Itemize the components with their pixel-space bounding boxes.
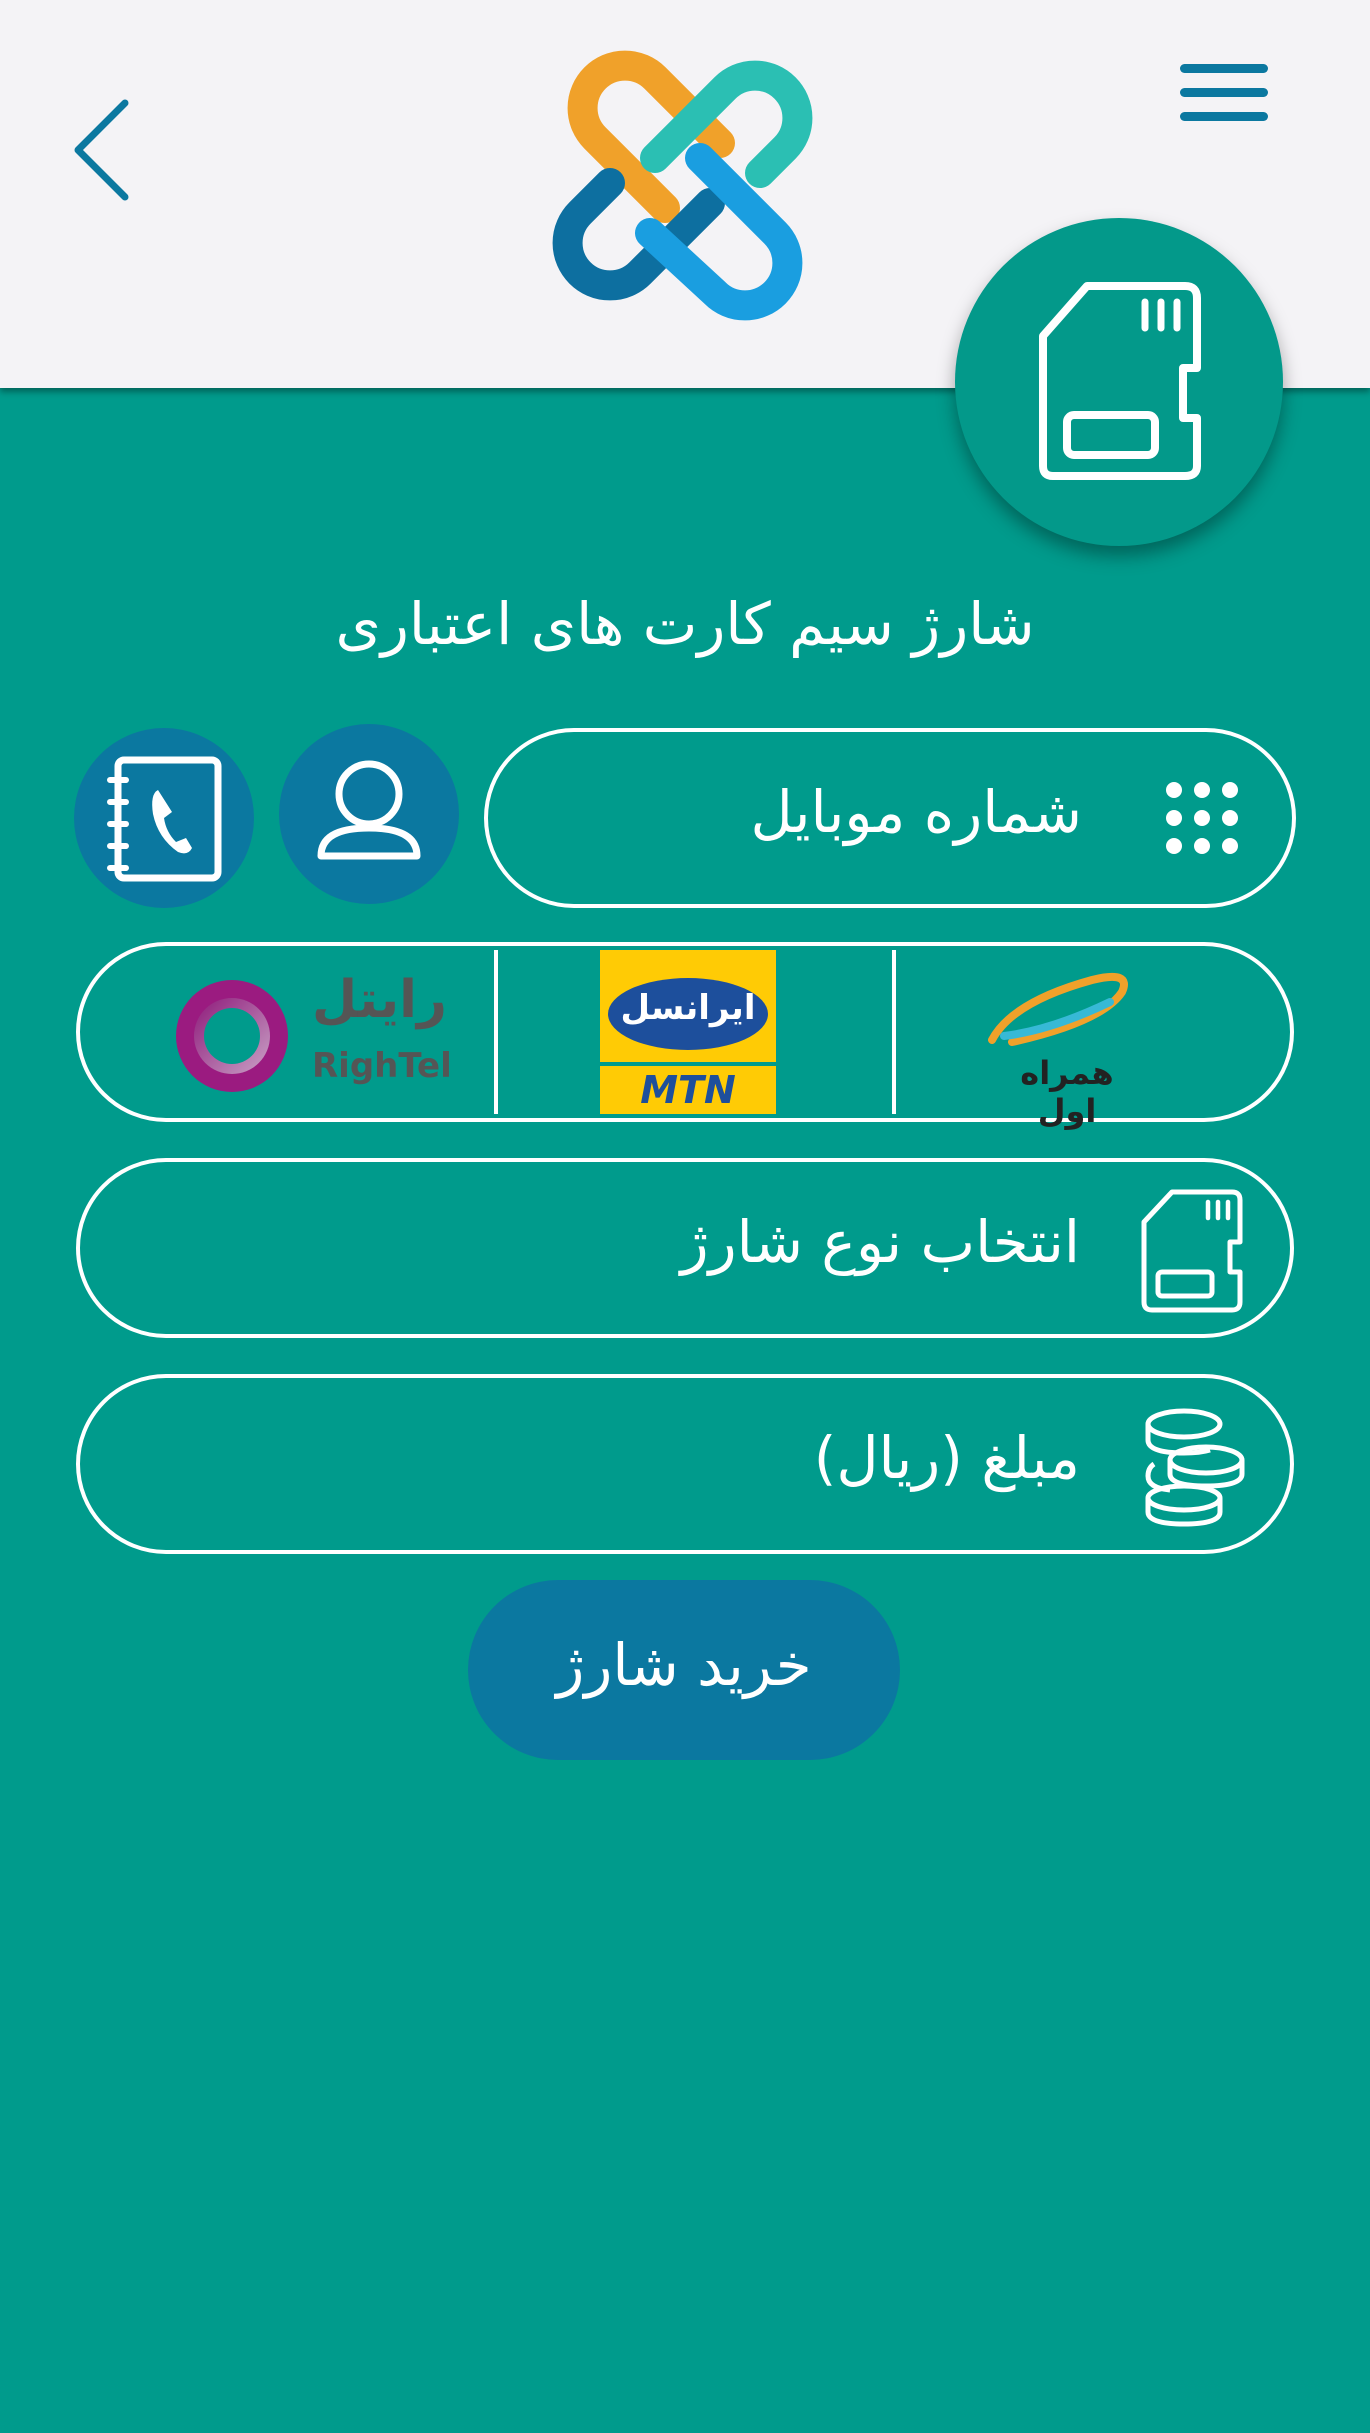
hamburger-menu-icon bbox=[1180, 64, 1268, 121]
operator-rightel[interactable]: رایتل RighTel bbox=[80, 946, 494, 1118]
operator-hamrah-aval[interactable]: همراه اول bbox=[896, 946, 1290, 1130]
amount-input[interactable]: مبلغ (ریال) bbox=[76, 1374, 1294, 1554]
hamrah-aval-logo-text: همراه اول bbox=[1020, 1054, 1114, 1130]
app-logo bbox=[535, 48, 835, 348]
chevron-left-icon bbox=[74, 99, 129, 201]
menu-button[interactable] bbox=[1176, 58, 1272, 128]
page-title: شارژ سیم کارت های اعتباری bbox=[335, 590, 1035, 658]
contact-button[interactable] bbox=[279, 724, 459, 904]
dialpad-icon bbox=[1166, 782, 1238, 854]
sim-card-icon bbox=[1141, 1189, 1243, 1313]
sim-card-icon bbox=[1039, 282, 1201, 480]
phonebook-button[interactable] bbox=[74, 728, 254, 908]
rightel-logo-subtext: RighTel bbox=[312, 1046, 452, 1086]
user-icon bbox=[317, 760, 421, 860]
rightel-logo-text: رایتل bbox=[312, 970, 447, 1030]
operator-irancell[interactable]: ایرانسل MTN bbox=[498, 946, 892, 1118]
hamrah-aval-logo-icon bbox=[988, 973, 1128, 1046]
irancell-logo: ایرانسل MTN bbox=[600, 950, 776, 1114]
mobile-number-label: شماره موبایل bbox=[750, 778, 1082, 846]
amount-label: مبلغ (ریال) bbox=[813, 1424, 1080, 1492]
buy-charge-button[interactable]: خرید شارژ bbox=[468, 1580, 900, 1760]
sim-card-badge bbox=[955, 218, 1283, 546]
operator-selector: رایتل RighTel ایرانسل MTN همراه اول bbox=[76, 942, 1294, 1130]
back-button[interactable] bbox=[70, 95, 140, 205]
coins-icon bbox=[1145, 1408, 1245, 1527]
charge-type-select[interactable]: انتخاب نوع شارژ bbox=[76, 1158, 1294, 1338]
mobile-number-input[interactable]: شماره موبایل bbox=[484, 728, 1296, 908]
phonebook-icon bbox=[107, 756, 222, 882]
irancell-logo-text: ایرانسل bbox=[620, 988, 756, 1028]
charge-type-label: انتخاب نوع شارژ bbox=[680, 1208, 1080, 1276]
irancell-logo-subtext: MTN bbox=[640, 1068, 736, 1112]
